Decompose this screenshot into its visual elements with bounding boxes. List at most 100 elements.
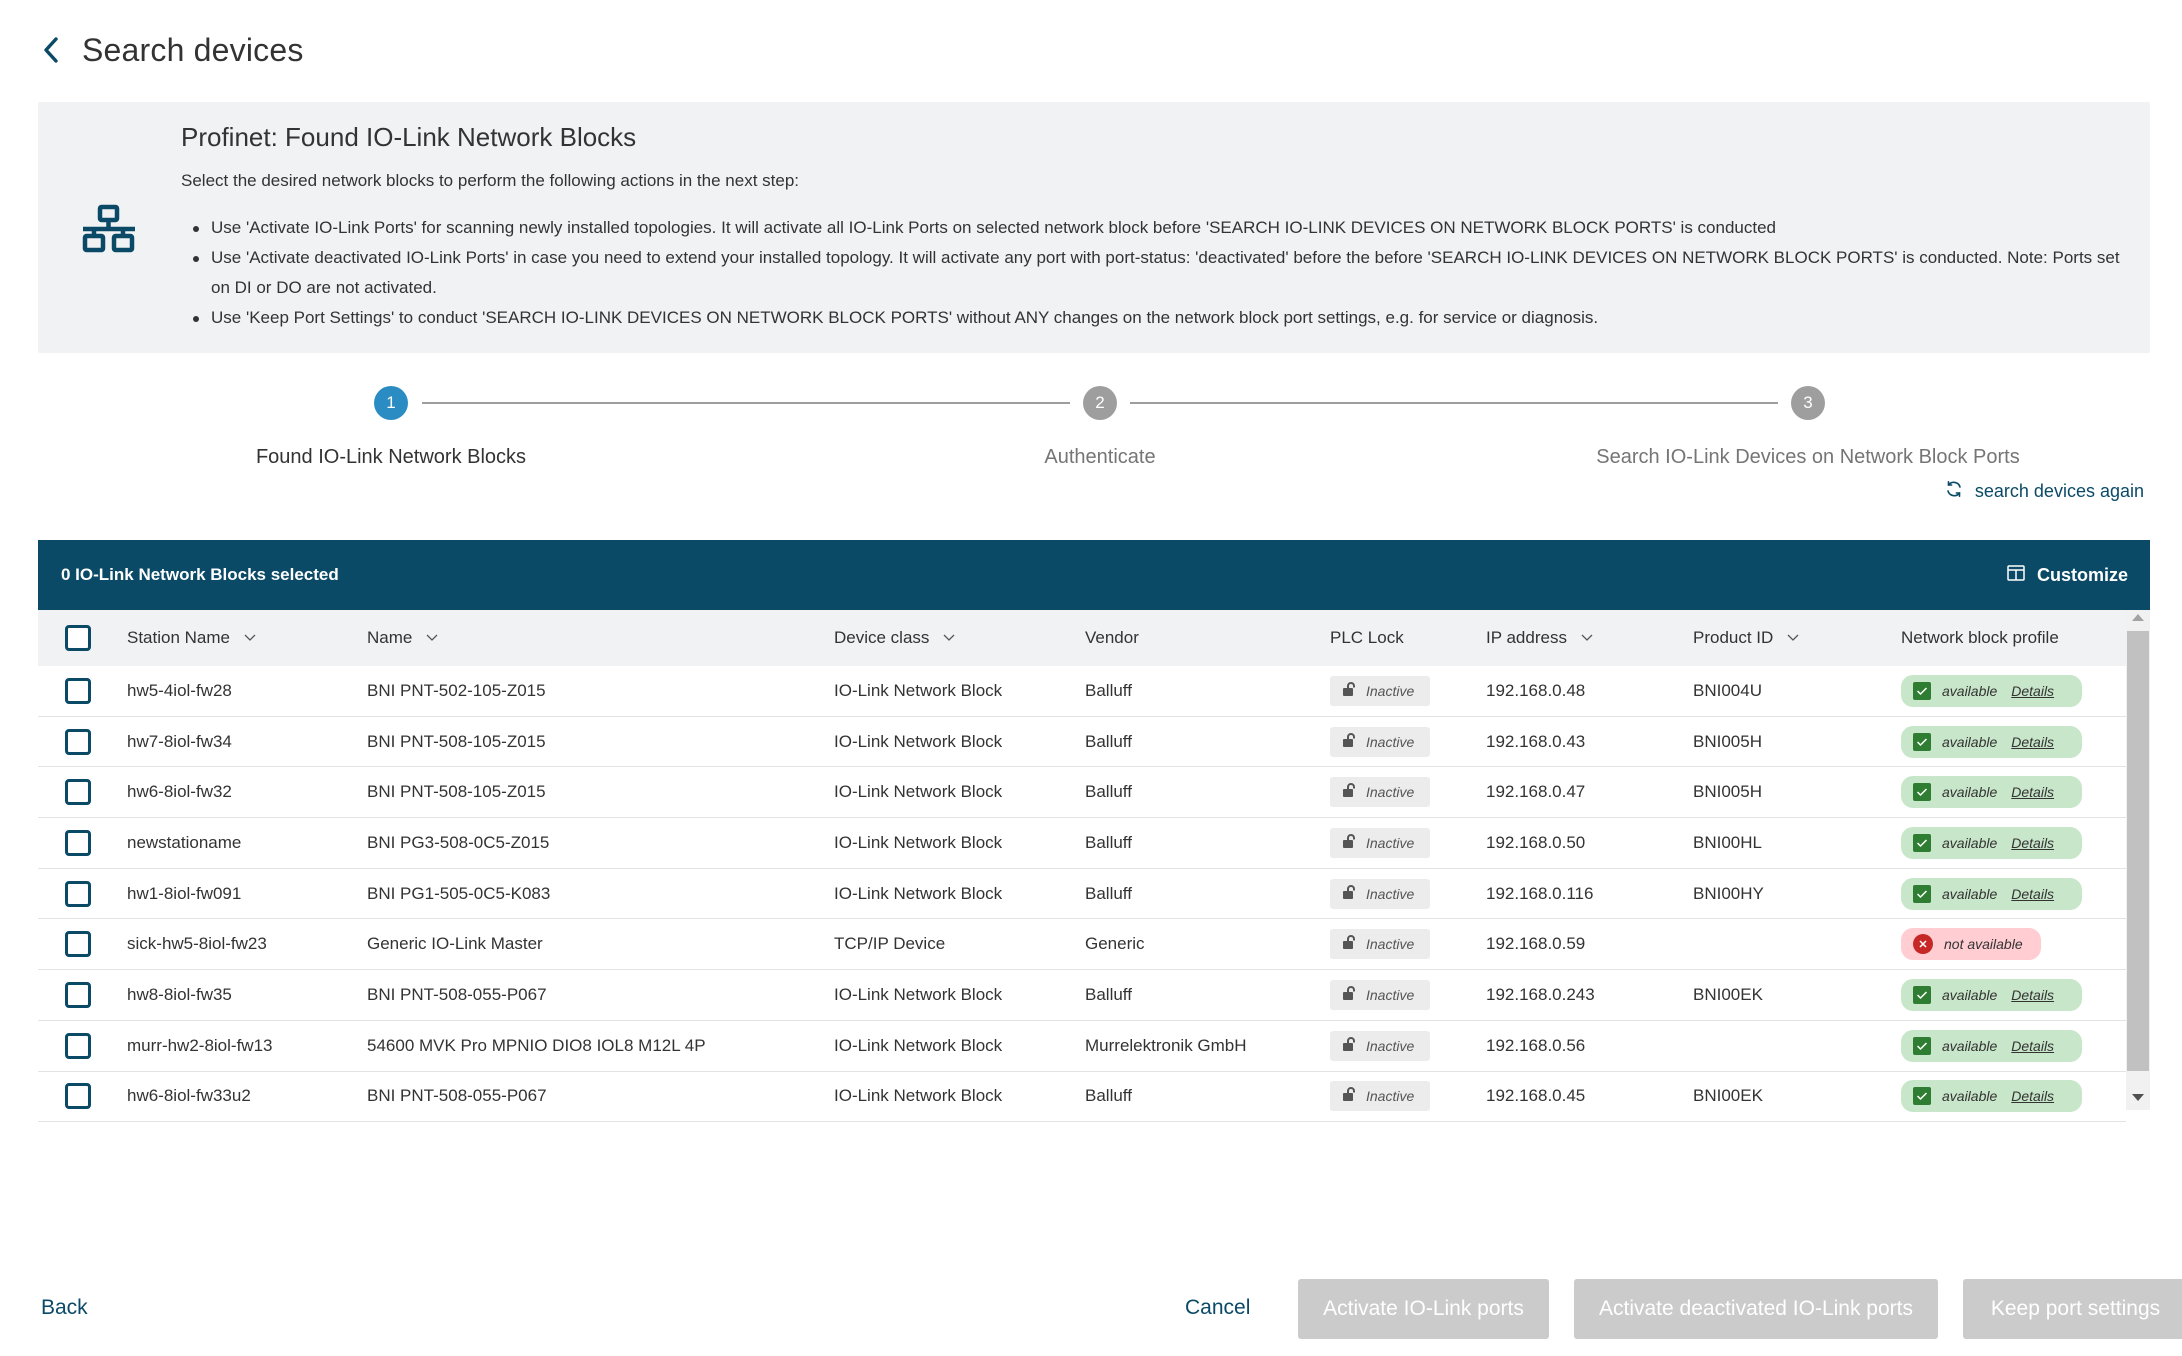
name-cell: BNI PNT-508-105-Z015 — [367, 731, 546, 751]
unlock-icon — [1342, 833, 1366, 852]
details-link[interactable]: Details — [2011, 784, 2054, 800]
plc-lock-badge: Inactive — [1330, 675, 1430, 706]
device-class-cell: IO-Link Network Block — [834, 680, 1003, 700]
table-row[interactable]: newstationame BNI PG3-508-0C5-Z015 IO-Li… — [38, 818, 2126, 869]
plc-lock-badge: Inactive — [1330, 1030, 1430, 1061]
unlock-icon — [1342, 732, 1366, 751]
table-row[interactable]: hw7-8iol-fw34 BNI PNT-508-105-Z015 IO-Li… — [38, 717, 2126, 768]
table-row[interactable]: sick-hw5-8iol-fw23 Generic IO-Link Maste… — [38, 919, 2126, 971]
row-checkbox[interactable] — [65, 779, 91, 806]
back-button[interactable]: Back — [41, 1296, 88, 1320]
row-checkbox[interactable] — [65, 677, 91, 704]
column-header-ip-address[interactable]: IP address — [1486, 628, 1593, 648]
unlock-icon — [1342, 935, 1366, 953]
table-row[interactable]: hw5-4iol-fw28 BNI PNT-502-105-Z015 IO-Li… — [38, 666, 2126, 717]
scrollbar-thumb[interactable] — [2127, 631, 2149, 1071]
row-checkbox[interactable] — [65, 1083, 91, 1110]
cancel-button[interactable]: Cancel — [1185, 1296, 1250, 1320]
table-row[interactable]: hw6-8iol-fw33u2 BNI PNT-508-055-P067 IO-… — [38, 1072, 2126, 1123]
scroll-up-arrow-icon[interactable] — [2132, 614, 2144, 621]
refresh-icon — [1945, 480, 1975, 503]
activate-io-link-ports-button[interactable]: Activate IO-Link ports — [1298, 1279, 1549, 1339]
station-name-cell: hw8-8iol-fw35 — [127, 984, 232, 1004]
row-checkbox[interactable] — [65, 981, 91, 1008]
activate-deactivated-io-link-ports-button[interactable]: Activate deactivated IO-Link ports — [1574, 1279, 1938, 1339]
name-cell: Generic IO-Link Master — [367, 934, 543, 954]
row-checkbox[interactable] — [65, 829, 91, 856]
chevron-left-icon[interactable] — [36, 30, 66, 70]
profile-status-text: available — [1942, 885, 1998, 902]
profile-status-text: available — [1942, 1037, 1998, 1054]
check-icon — [1913, 783, 1931, 802]
page-title: Search devices — [82, 31, 304, 68]
device-class-cell: TCP/IP Device — [834, 934, 946, 954]
vendor-cell: Balluff — [1085, 832, 1132, 852]
vendor-cell: Generic — [1085, 934, 1145, 954]
columns-icon — [2007, 564, 2037, 586]
plc-lock-status: Inactive — [1366, 834, 1415, 851]
table-row[interactable]: hw1-8iol-fw091 BNI PG1-505-0C5-K083 IO-L… — [38, 869, 2126, 920]
details-link[interactable]: Details — [2011, 835, 2054, 851]
select-all-checkbox[interactable] — [65, 625, 91, 651]
table-row[interactable]: hw6-8iol-fw32 BNI PNT-508-105-Z015 IO-Li… — [38, 767, 2126, 819]
row-checkbox[interactable] — [65, 728, 91, 755]
plc-lock-badge: Inactive — [1330, 979, 1430, 1010]
keep-port-settings-button[interactable]: Keep port settings — [1963, 1279, 2182, 1339]
table-body: hw5-4iol-fw28 BNI PNT-502-105-Z015 IO-Li… — [38, 666, 2126, 1123]
column-header-station-name[interactable]: Station Name — [127, 628, 256, 648]
device-class-cell: IO-Link Network Block — [834, 984, 1003, 1004]
table-scrollbar[interactable] — [2126, 610, 2150, 1110]
row-checkbox[interactable] — [65, 931, 91, 958]
check-icon — [1913, 681, 1931, 700]
unlock-icon — [1342, 783, 1366, 801]
ip-address-cell: 192.168.0.43 — [1486, 731, 1586, 751]
column-header-device-class[interactable]: Device class — [834, 628, 955, 648]
profile-status-badge: available Details — [1901, 725, 2082, 758]
name-cell: BNI PNT-508-105-Z015 — [367, 782, 546, 802]
step-1-label: Found IO-Link Network Blocks — [255, 446, 527, 468]
ip-address-cell: 192.168.0.47 — [1486, 782, 1586, 802]
row-checkbox[interactable] — [65, 1032, 91, 1059]
chevron-down-icon[interactable] — [1581, 634, 1593, 642]
column-header-product-id[interactable]: Product ID — [1693, 628, 1799, 648]
name-cell: BNI PNT-502-105-Z015 — [367, 680, 546, 700]
details-link[interactable]: Details — [2011, 1038, 2054, 1054]
plc-lock-status: Inactive — [1366, 733, 1415, 750]
chevron-down-icon[interactable] — [943, 634, 955, 642]
error-icon — [1913, 934, 1933, 955]
details-link[interactable]: Details — [2011, 1088, 2054, 1104]
plc-lock-badge: Inactive — [1330, 878, 1430, 909]
table-toolbar: 0 IO-Link Network Blocks selected Custom… — [38, 540, 2150, 610]
station-name-cell: hw1-8iol-fw091 — [127, 883, 242, 903]
ip-address-cell: 192.168.0.56 — [1486, 1035, 1586, 1055]
unlock-icon — [1342, 986, 1366, 1004]
details-link[interactable]: Details — [2011, 987, 2054, 1003]
plc-lock-badge: Inactive — [1330, 827, 1430, 858]
station-name-cell: hw6-8iol-fw33u2 — [127, 1086, 251, 1106]
table-grid: Station Name Name Device class Vendor PL… — [38, 610, 2126, 1123]
column-header-name[interactable]: Name — [367, 628, 438, 648]
station-name-cell: hw6-8iol-fw32 — [127, 782, 232, 802]
check-icon — [1913, 1036, 1931, 1055]
search-devices-again-link[interactable]: search devices again — [1945, 480, 2144, 503]
check-icon — [1913, 732, 1931, 751]
customize-button[interactable]: Customize — [2007, 565, 2128, 586]
row-checkbox[interactable] — [65, 880, 91, 907]
selected-count: 0 IO-Link Network Blocks selected — [61, 565, 339, 584]
details-link[interactable]: Details — [2011, 734, 2054, 750]
product-id-cell: BNI00EK — [1693, 1086, 1763, 1106]
name-cell: BNI PG3-508-0C5-Z015 — [367, 832, 550, 852]
vendor-cell: Balluff — [1085, 1086, 1132, 1106]
table-row[interactable]: hw8-8iol-fw35 BNI PNT-508-055-P067 IO-Li… — [38, 970, 2126, 1021]
chevron-down-icon[interactable] — [426, 634, 438, 642]
table-row[interactable]: murr-hw2-8iol-fw13 54600 MVK Pro MPNIO D… — [38, 1021, 2126, 1072]
scroll-down-arrow-icon[interactable] — [2132, 1094, 2144, 1101]
network-icon — [80, 204, 138, 254]
chevron-down-icon[interactable] — [244, 634, 256, 642]
details-link[interactable]: Details — [2011, 886, 2054, 902]
plc-lock-badge: Inactive — [1330, 929, 1430, 960]
chevron-down-icon[interactable] — [1787, 634, 1799, 642]
ip-address-cell: 192.168.0.50 — [1486, 832, 1586, 852]
details-link[interactable]: Details — [2011, 683, 2054, 699]
column-header-vendor: Vendor — [1085, 628, 1139, 647]
